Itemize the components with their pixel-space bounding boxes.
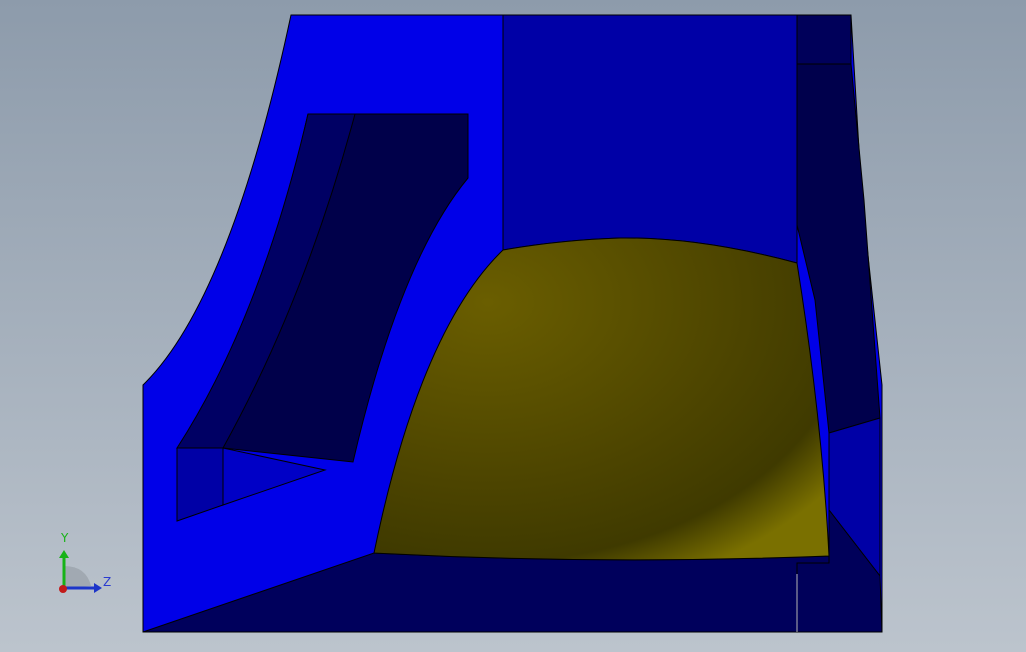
- orientation-triad[interactable]: Y Z: [50, 530, 120, 600]
- triad-plane-shading: [64, 566, 91, 588]
- graphics-viewport[interactable]: Y Z: [0, 0, 1026, 652]
- model-face-right-notch-top[interactable]: [796, 14, 852, 65]
- triad-z-arrow: [94, 583, 102, 593]
- triad-x-axis: [59, 585, 67, 593]
- model-face-inner-wall[interactable]: [502, 14, 798, 264]
- 3d-model[interactable]: [0, 0, 1026, 652]
- triad-z-label: Z: [103, 575, 112, 589]
- triad-y-label: Y: [61, 531, 69, 545]
- triad-y-arrow: [59, 550, 69, 558]
